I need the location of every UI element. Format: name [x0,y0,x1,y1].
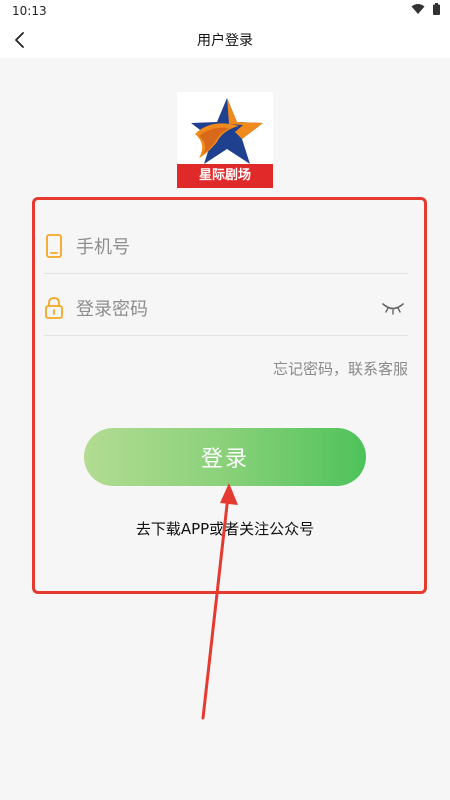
field-divider [44,273,408,274]
battery-icon [433,3,440,15]
phone-input[interactable] [74,232,368,262]
page-title: 用户登录 [197,33,253,49]
status-icons [411,3,440,15]
status-time: 10:13 [12,4,47,18]
lock-icon [44,296,64,320]
phone-icon [44,234,64,258]
logo-label: 星际剧场 [177,164,273,188]
eye-closed-icon[interactable] [382,300,404,315]
wifi-icon [411,3,425,15]
download-app-tip: 去下载APP或者关注公众号 [135,520,315,538]
app-logo: 星际剧场 [177,92,273,188]
login-button[interactable]: 登录 [84,428,366,486]
nav-bar: 用户登录 [0,22,450,58]
password-field-row [44,284,408,336]
phone-field-row [44,222,408,274]
star-logo-icon [191,98,263,164]
status-bar: 10:13 [0,0,450,22]
password-input[interactable] [74,294,368,324]
login-page: 10:13 用户登录 星际剧场 手机号 忘记密码，联系客服 登录 去下载APP或… [0,0,450,800]
field-divider [44,335,408,336]
forgot-password-link[interactable]: 忘记密码，联系客服 [273,358,408,379]
